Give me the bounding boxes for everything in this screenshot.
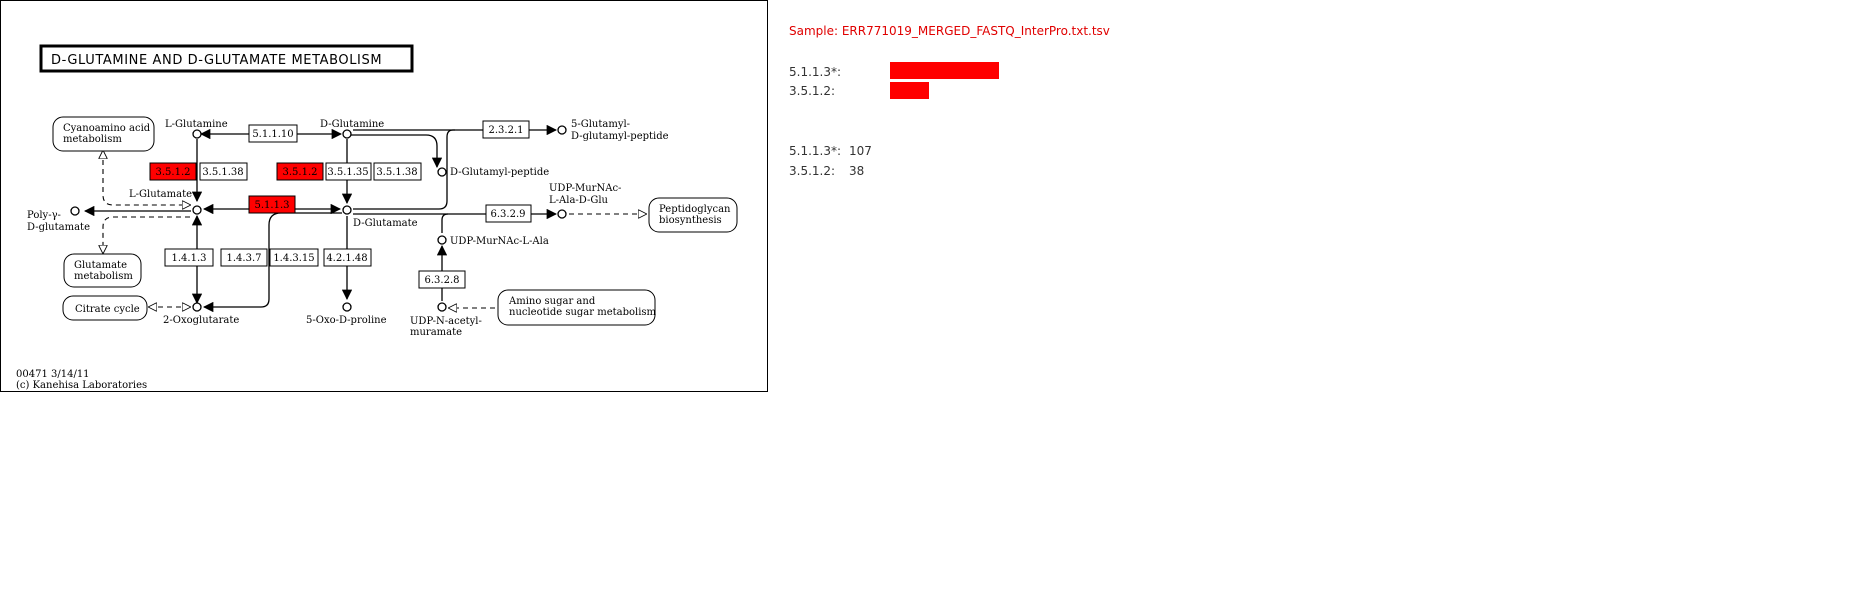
map-link-label: Glutamate <box>74 260 127 271</box>
enzyme-label: 3.5.1.38 <box>202 167 243 178</box>
compound-label-oxoproline: 5-Oxo-D-proline <box>306 315 387 326</box>
compound-node-udp-murnac-glu[interactable] <box>557 209 567 219</box>
compound-label-udp-acetylmuramate-2: muramate <box>410 327 462 338</box>
enzyme-box-1-4-3-15[interactable]: 1.4.3.15 <box>269 248 319 267</box>
compound-node-d-glutamine[interactable] <box>342 129 352 139</box>
compound-node-glutamyl-peptide[interactable] <box>557 125 567 135</box>
compound-label-d-glutamate: D-Glutamate <box>353 218 418 229</box>
enzyme-label: 3.5.1.2 <box>283 167 318 178</box>
pathway-map-panel: D-GLUTAMINE AND D-GLUTAMATE METABOLISM 5… <box>0 0 768 392</box>
enzyme-label: 3.5.1.35 <box>327 167 368 178</box>
enzyme-label: 2.3.2.1 <box>489 125 524 136</box>
compound-label-glutamyl-peptide-2: D-glutamyl-peptide <box>571 131 669 142</box>
count-value-5-1-1-3: 107 <box>849 144 872 158</box>
enzyme-box-2-3-2-1[interactable]: 2.3.2.1 <box>482 120 530 139</box>
bar-label-3-5-1-2: 3.5.1.2: <box>789 84 836 98</box>
compound-node-d-glutamate[interactable] <box>342 205 352 215</box>
enzyme-box-3-5-1-38-b[interactable]: 3.5.1.38 <box>373 162 422 181</box>
compound-node-oxoproline[interactable] <box>342 302 352 312</box>
compound-node-d-glutamyl-peptide[interactable] <box>437 167 447 177</box>
enzyme-box-5-1-1-10[interactable]: 5.1.1.10 <box>248 124 298 143</box>
map-footer-copyright: (c) Kanehisa Laboratories <box>16 380 147 391</box>
enzyme-box-4-2-1-48[interactable]: 4.2.1.48 <box>323 248 372 267</box>
compound-label-udp-murnac-glu-2: L-Ala-D-Glu <box>549 195 609 206</box>
map-link-cyanoamino[interactable]: Cyanoamino acid metabolism <box>52 116 155 152</box>
enzyme-box-3-5-1-2-highlighted[interactable]: 3.5.1.2 <box>149 162 197 181</box>
enzyme-label: 1.4.3.15 <box>273 253 314 264</box>
map-link-amino-sugar[interactable]: Amino sugar and nucleotide sugar metabol… <box>497 289 657 326</box>
compound-node-udp-acetylmuramate[interactable] <box>437 302 447 312</box>
compound-node-poly-glutamate[interactable] <box>70 206 80 216</box>
compound-label-udp-murnac-ala: UDP-MurNAc-L-Ala <box>450 236 549 247</box>
map-link-label: metabolism <box>63 134 122 145</box>
enzyme-label: 3.5.1.38 <box>376 167 417 178</box>
compound-label-udp-acetylmuramate-1: UDP-N-acetyl- <box>410 316 482 327</box>
count-label-3-5-1-2: 3.5.1.2: <box>789 164 836 178</box>
map-link-label: Amino sugar and <box>508 296 596 307</box>
compound-node-oxoglutarate[interactable] <box>192 302 202 312</box>
map-link-glutamate-metabolism[interactable]: Glutamate metabolism <box>63 253 142 288</box>
count-value-3-5-1-2: 38 <box>849 164 865 178</box>
compound-label-d-glutamyl-peptide: D-Glutamyl-peptide <box>450 167 549 178</box>
map-link-label: metabolism <box>74 271 133 282</box>
enzyme-box-3-5-1-38[interactable]: 3.5.1.38 <box>199 162 248 181</box>
compound-label-poly-glutamate-1: Poly-γ- <box>27 210 61 221</box>
map-title: D-GLUTAMINE AND D-GLUTAMATE METABOLISM <box>51 53 382 68</box>
compound-node-l-glutamate[interactable] <box>192 205 202 215</box>
map-link-label: Cyanoamino acid <box>63 123 151 134</box>
compound-label-oxoglutarate: 2-Oxoglutarate <box>163 315 239 326</box>
enzyme-label: 1.4.3.7 <box>227 253 262 264</box>
enzyme-box-1-4-1-3[interactable]: 1.4.1.3 <box>164 248 214 267</box>
enzyme-box-1-4-3-7[interactable]: 1.4.3.7 <box>220 248 268 267</box>
enzyme-label: 6.3.2.9 <box>491 209 526 220</box>
enzyme-box-3-5-1-35[interactable]: 3.5.1.35 <box>325 162 372 181</box>
enzyme-label: 4.2.1.48 <box>326 253 367 264</box>
compound-node-l-glutamine[interactable] <box>192 129 202 139</box>
map-link-label: nucleotide sugar metabolism <box>509 307 657 318</box>
map-link-citrate-cycle[interactable]: Citrate cycle <box>62 295 148 321</box>
compound-label-udp-murnac-glu-1: UDP-MurNAc- <box>549 183 621 194</box>
enzyme-box-6-3-2-9[interactable]: 6.3.2.9 <box>485 204 532 223</box>
map-link-label: biosynthesis <box>659 215 722 226</box>
enzyme-label: 1.4.1.3 <box>172 253 207 264</box>
map-link-label: Citrate cycle <box>75 304 140 315</box>
map-link-peptidoglycan[interactable]: Peptidoglycan biosynthesis <box>648 197 738 233</box>
bar-label-5-1-1-3: 5.1.1.3*: <box>789 65 842 79</box>
map-footer-id: 00471 3/14/11 <box>16 369 90 380</box>
map-title-box: D-GLUTAMINE AND D-GLUTAMATE METABOLISM <box>39 44 414 73</box>
compound-label-l-glutamine: L-Glutamine <box>165 119 228 130</box>
enzyme-box-5-1-1-3-highlighted[interactable]: 5.1.1.3 <box>248 195 296 214</box>
sample-legend: Sample: ERR771019_MERGED_FASTQ_InterPro.… <box>789 0 1689 300</box>
enzyme-label: 5.1.1.3 <box>255 200 290 211</box>
compound-node-udp-murnac-ala[interactable] <box>437 235 447 245</box>
enzyme-box-6-3-2-8[interactable]: 6.3.2.8 <box>418 270 466 289</box>
compound-label-glutamyl-peptide-1: 5-Glutamyl- <box>571 119 630 130</box>
sample-title: Sample: ERR771019_MERGED_FASTQ_InterPro.… <box>789 24 1110 38</box>
compound-label-l-glutamate: L-Glutamate <box>129 189 192 200</box>
enzyme-box-3-5-1-2-b-highlighted[interactable]: 3.5.1.2 <box>276 162 324 181</box>
pathway-map: D-GLUTAMINE AND D-GLUTAMATE METABOLISM 5… <box>16 44 738 391</box>
map-link-label: Peptidoglycan <box>659 204 731 215</box>
count-label-5-1-1-3: 5.1.1.3*: <box>789 144 842 158</box>
compound-label-d-glutamine: D-Glutamine <box>320 119 384 130</box>
enzyme-label: 3.5.1.2 <box>156 167 191 178</box>
count-bar-5-1-1-3 <box>890 62 999 79</box>
enzyme-label: 5.1.1.10 <box>252 129 293 140</box>
compound-label-poly-glutamate-2: D-glutamate <box>27 222 90 233</box>
enzyme-label: 6.3.2.8 <box>425 275 460 286</box>
count-bar-3-5-1-2 <box>890 82 929 99</box>
